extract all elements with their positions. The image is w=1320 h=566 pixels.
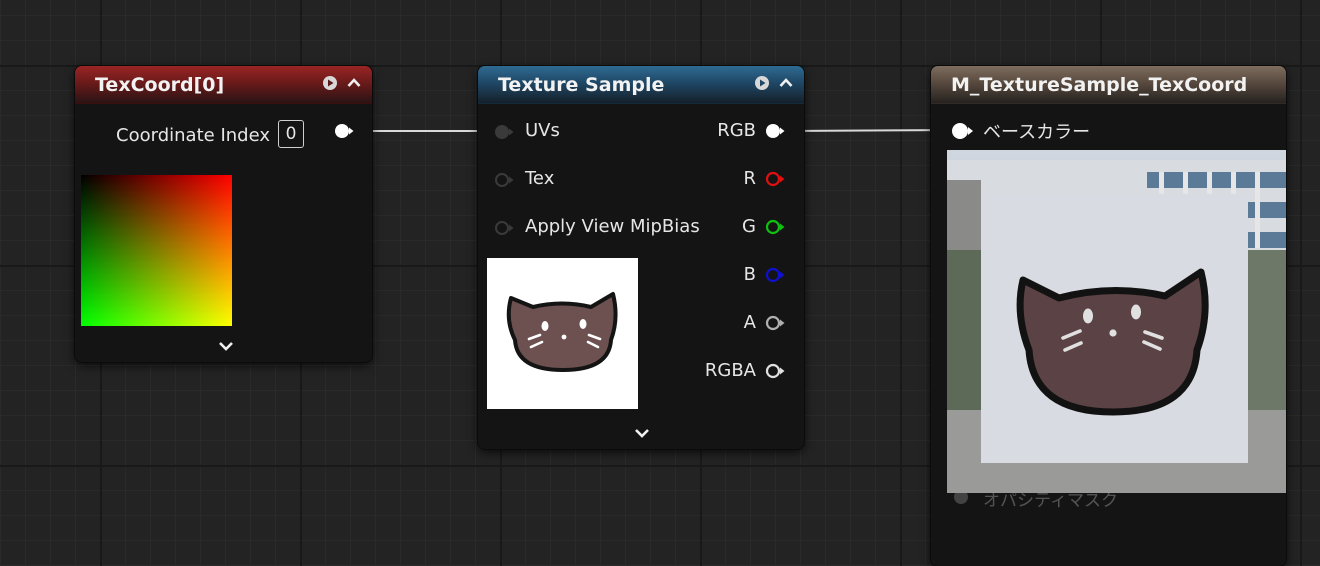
cat-face-icon xyxy=(506,292,618,372)
material-node-title: M_TextureSample_TexCoord xyxy=(951,73,1248,96)
r-output-label: R xyxy=(743,168,756,189)
rgb-output-pin[interactable] xyxy=(763,123,787,139)
texcoord-output-pin[interactable] xyxy=(333,123,355,139)
collapse-caret-icon[interactable] xyxy=(346,75,362,91)
tex-input-pin[interactable] xyxy=(492,172,516,188)
base-color-input-pin[interactable] xyxy=(949,122,975,140)
mipbias-input-label: Apply View MipBias xyxy=(525,216,700,237)
uvs-input-pin[interactable] xyxy=(492,124,516,140)
b-output-pin[interactable] xyxy=(763,267,787,283)
texture-thumbnail[interactable] xyxy=(487,258,638,409)
texture-sample-node-title: Texture Sample xyxy=(498,73,665,96)
rgba-output-pin[interactable] xyxy=(763,363,787,379)
preview-background-building xyxy=(947,150,1286,493)
texcoord-node-header[interactable]: TexCoord[0] xyxy=(75,66,372,104)
coordinate-index-field[interactable]: 0 xyxy=(278,120,304,148)
expand-chevron-icon[interactable] xyxy=(217,339,235,353)
material-preview-viewport[interactable] xyxy=(947,150,1286,493)
material-result-node[interactable]: M_TextureSample_TexCoord ベースカラー オパシティマスク xyxy=(931,66,1286,566)
tex-input-label: Tex xyxy=(525,168,555,189)
expand-chevron-icon[interactable] xyxy=(633,426,651,440)
g-output-label: G xyxy=(742,216,756,237)
rgba-output-label: RGBA xyxy=(704,360,756,381)
texture-sample-node[interactable]: Texture Sample UVs Tex Apply View MipBia… xyxy=(478,66,804,449)
material-node-header[interactable]: M_TextureSample_TexCoord xyxy=(931,66,1286,104)
uvs-input-label: UVs xyxy=(525,120,560,141)
base-color-label: ベースカラー xyxy=(983,122,1091,143)
collapse-caret-icon[interactable] xyxy=(778,75,794,91)
uv-gradient-preview xyxy=(81,175,232,326)
mipbias-input-pin[interactable] xyxy=(492,220,516,236)
preview-play-icon[interactable] xyxy=(754,75,770,91)
texcoord-node[interactable]: TexCoord[0] Coordinate Index 0 xyxy=(75,66,372,362)
texture-sample-node-header[interactable]: Texture Sample xyxy=(478,66,804,104)
preview-play-icon[interactable] xyxy=(322,75,338,91)
r-output-pin[interactable] xyxy=(763,171,787,187)
a-output-pin[interactable] xyxy=(763,315,787,331)
texcoord-node-title: TexCoord[0] xyxy=(95,73,225,96)
cat-face-icon xyxy=(1016,268,1209,416)
coordinate-index-label: Coordinate Index xyxy=(116,125,270,146)
a-output-label: A xyxy=(743,312,756,333)
b-output-label: B xyxy=(743,264,756,285)
rgb-output-label: RGB xyxy=(717,120,756,141)
g-output-pin[interactable] xyxy=(763,219,787,235)
